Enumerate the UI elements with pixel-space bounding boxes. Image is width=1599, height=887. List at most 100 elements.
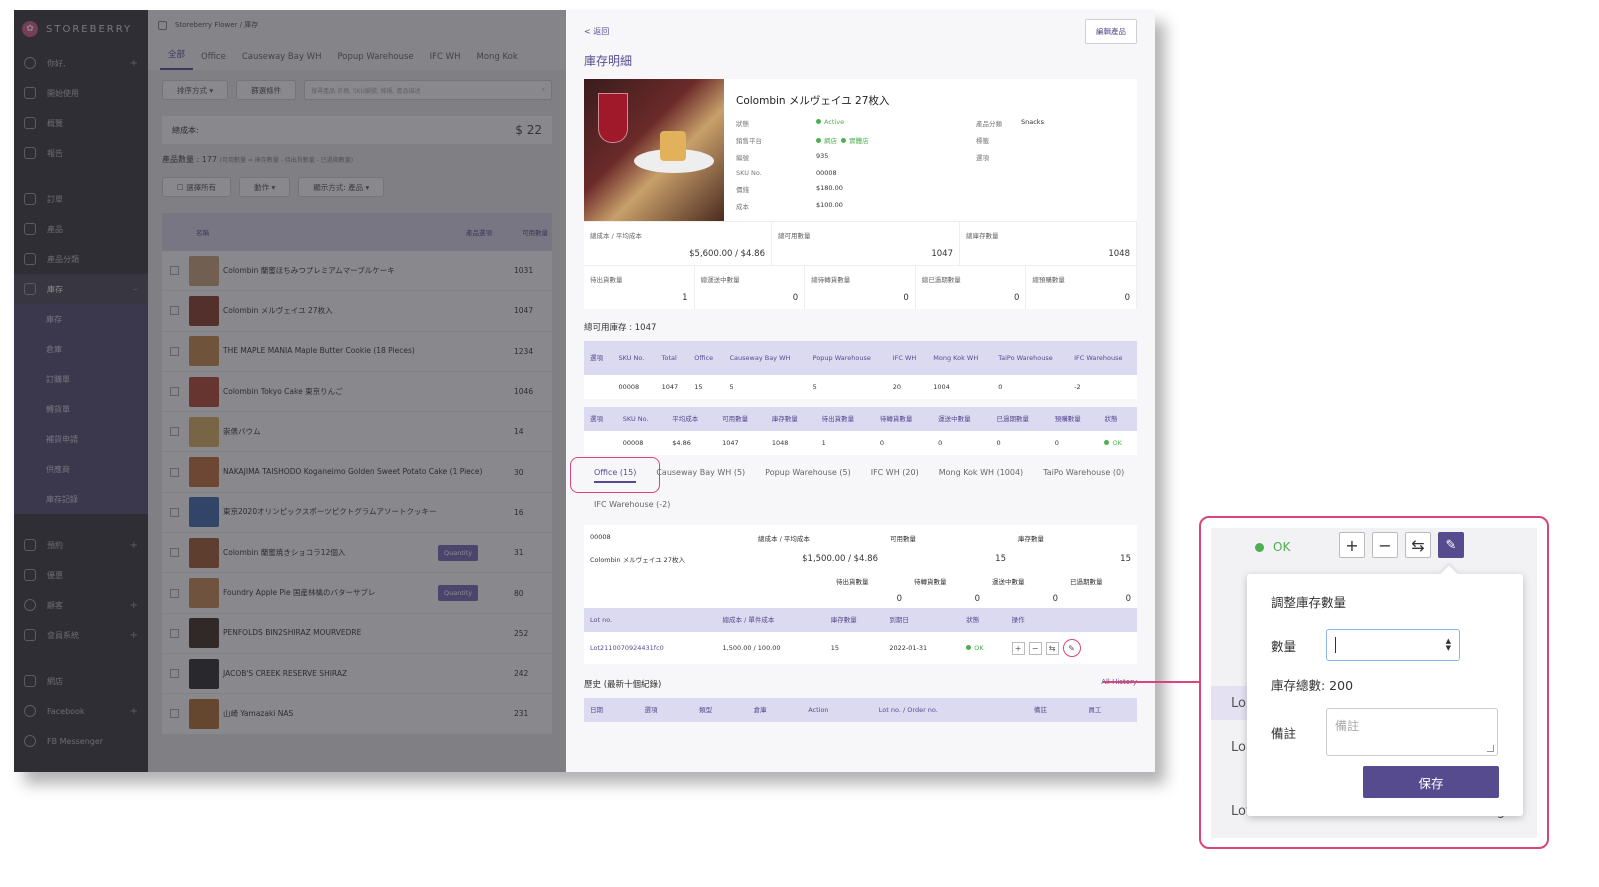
table-row[interactable]: Colombin 蘭蜜焼きショコラ12個入 Quantity 31	[162, 533, 552, 574]
sidebar-subitem-inventory[interactable]: 庫存	[14, 304, 148, 334]
sidebar-subitem-transfer[interactable]: 轉貨單	[14, 394, 148, 424]
transfer-icon[interactable]: ⇆	[1405, 532, 1431, 558]
sidebar-item-products[interactable]: 產品	[14, 214, 148, 244]
note-textarea[interactable]: 備註	[1326, 708, 1498, 756]
table-row[interactable]: Foundry Apple Pie 国産林檎のバターサブレ Quantity 80	[162, 573, 552, 614]
sidebar-item-facebook[interactable]: Facebook +	[14, 696, 148, 726]
select-all-button[interactable]: ☐ 選擇所有	[162, 177, 232, 197]
tab-mong-kok[interactable]: Mong Kok	[468, 52, 525, 70]
quantity-stepper[interactable]: ▲ ▼	[1326, 629, 1460, 661]
row-checkbox[interactable]	[170, 346, 179, 356]
sidebar-subitem-restock[interactable]: 補貨申請	[14, 424, 148, 454]
plus-icon[interactable]: +	[1339, 532, 1365, 558]
tab-ifc-wh[interactable]: IFC WH	[422, 52, 469, 70]
tab-popup-warehouse[interactable]: Popup Warehouse	[329, 52, 421, 70]
row-checkbox[interactable]	[170, 588, 179, 598]
increase-stock-button[interactable]: +	[1011, 641, 1025, 655]
sidebar-item-reports[interactable]: 報告	[14, 138, 148, 168]
product-name[interactable]: 山崎 Yamazaki NAS	[223, 708, 514, 720]
table-row[interactable]: PENFOLDS BIN2SHIRAZ MOURVEDRE 252	[162, 614, 552, 654]
product-name[interactable]: Colombin メルヴェイユ 27枚入	[223, 305, 514, 317]
save-button[interactable]: 保存	[1363, 766, 1499, 798]
row-checkbox[interactable]	[170, 709, 179, 719]
sidebar-item-booking[interactable]: 預約 +	[14, 530, 148, 560]
product-name[interactable]: NAKAJIMA TAISHODO Koganeimo Golden Sweet…	[223, 466, 514, 478]
row-checkbox[interactable]	[170, 548, 179, 558]
transfer-stock-button[interactable]: ⇆	[1045, 641, 1059, 655]
sidebar-item-overview[interactable]: 概覽	[14, 108, 148, 138]
row-checkbox[interactable]	[170, 628, 179, 638]
sidebar-item-orders[interactable]: 訂單	[14, 184, 148, 214]
table-row[interactable]: Colombin 蘭蜜ほちみつプレミアムマーブルケーキ 1031	[162, 251, 552, 292]
sort-button[interactable]: 排序方式 ▾	[162, 80, 229, 100]
table-row[interactable]: Colombin Tokyo Cake 東京りんご 1046	[162, 372, 552, 413]
lot-number-link[interactable]: Lot2110070924431fc0	[584, 632, 717, 664]
display-mode-dropdown[interactable]: 顯示方式: 產品 ▾	[298, 177, 385, 197]
product-name[interactable]: 東京2020オリンピックスポーツピクトグラムアソートクッキー	[223, 506, 514, 518]
edit-stock-button[interactable]: ✎	[1062, 639, 1081, 657]
product-name[interactable]: PENFOLDS BIN2SHIRAZ MOURVEDRE	[223, 627, 514, 639]
quantity-badge[interactable]: Quantity	[438, 585, 479, 602]
row-checkbox[interactable]	[170, 669, 179, 679]
table-row[interactable]: THE MAPLE MANIA Maple Butter Cookie (18 …	[162, 332, 552, 372]
tab-warehouse-4[interactable]: Mong Kok WH (1004)	[939, 465, 1023, 483]
resize-grip-icon[interactable]	[1487, 745, 1494, 752]
plus-icon[interactable]: +	[130, 58, 138, 69]
row-checkbox[interactable]	[170, 387, 179, 397]
product-name[interactable]: 崇俵バウム	[223, 426, 514, 438]
plus-icon[interactable]: +	[130, 706, 138, 717]
product-name[interactable]: Colombin Tokyo Cake 東京りんご	[223, 386, 514, 398]
sidebar-item-messenger[interactable]: FB Messenger	[14, 726, 148, 756]
tab-warehouse-0[interactable]: Office (15)	[569, 457, 661, 493]
sidebar-item-customers[interactable]: 顧客 +	[14, 590, 148, 620]
sidebar-subitem-supplier[interactable]: 供應商	[14, 454, 148, 484]
table-row[interactable]: 東京2020オリンピックスポーツピクトグラムアソートクッキー 16	[162, 493, 552, 534]
tab-warehouse-5[interactable]: TaiPo Warehouse (0)	[1043, 465, 1124, 483]
tab-warehouse-2[interactable]: Popup Warehouse (5)	[765, 465, 851, 483]
table-row[interactable]: NAKAJIMA TAISHODO Koganeimo Golden Sweet…	[162, 452, 552, 493]
search-icon[interactable]: ⌕	[542, 86, 545, 94]
tab-office[interactable]: Office	[193, 52, 234, 70]
row-checkbox[interactable]	[170, 427, 179, 437]
sidebar-item-getting-started[interactable]: 開始使用	[14, 78, 148, 108]
product-name[interactable]: JACOB'S CREEK RESERVE SHIRAZ	[223, 668, 514, 680]
sidebar-subitem-warehouse[interactable]: 倉庫	[14, 334, 148, 364]
plus-icon[interactable]: +	[130, 600, 138, 611]
sidebar-item-online-store[interactable]: 網店	[14, 666, 148, 696]
product-name[interactable]: Colombin 蘭蜜ほちみつプレミアムマーブルケーキ	[223, 265, 514, 277]
tab-causeway-bay[interactable]: Causeway Bay WH	[234, 52, 330, 70]
spinner-icon[interactable]: ▲ ▼	[1446, 638, 1451, 652]
search-input[interactable]: 搜尋產品 名稱, SKU編號, 條碼, 產品描述 ⌕	[304, 80, 552, 100]
all-history-link[interactable]: All History	[1101, 678, 1137, 690]
edit-product-button[interactable]: 編輯產品	[1085, 18, 1137, 44]
sidebar-item-discounts[interactable]: 優惠	[14, 560, 148, 590]
filter-button[interactable]: 篩選條件	[236, 80, 297, 100]
tab-warehouse-1[interactable]: Causeway Bay WH (5)	[656, 465, 745, 483]
collapse-icon[interactable]: –	[133, 284, 138, 295]
tab-all[interactable]: 全部	[160, 48, 194, 70]
table-row[interactable]: Colombin メルヴェイユ 27枚入 1047	[162, 291, 552, 332]
sidebar-item-categories[interactable]: 產品分類	[14, 244, 148, 274]
sidebar-item-membership[interactable]: 會員系統 +	[14, 620, 148, 650]
sidebar-subitem-inventory-log[interactable]: 庫存記錄	[14, 484, 148, 514]
table-row[interactable]: JACOB'S CREEK RESERVE SHIRAZ 242	[162, 654, 552, 695]
tab-warehouse-6[interactable]: IFC Warehouse (-2)	[594, 497, 670, 513]
row-checkbox[interactable]	[170, 507, 179, 517]
brand[interactable]: ✿ STOREBERRY	[14, 10, 148, 48]
quantity-badge[interactable]: Quantity	[438, 544, 479, 561]
product-name[interactable]: THE MAPLE MANIA Maple Butter Cookie (18 …	[223, 345, 514, 357]
row-checkbox[interactable]	[170, 467, 179, 477]
sidebar-item-hello[interactable]: 你好, +	[14, 48, 148, 78]
row-checkbox[interactable]	[170, 306, 179, 316]
row-checkbox[interactable]	[170, 266, 179, 276]
table-row[interactable]: 崇俵バウム 14	[162, 412, 552, 453]
sidebar-item-inventory[interactable]: 庫存 –	[14, 274, 148, 304]
plus-icon[interactable]: +	[130, 630, 138, 641]
back-link[interactable]: < 返回	[584, 26, 609, 37]
decrease-stock-button[interactable]: −	[1028, 641, 1042, 655]
table-row[interactable]: 山崎 Yamazaki NAS 231	[162, 694, 552, 735]
plus-icon[interactable]: +	[130, 540, 138, 551]
tab-warehouse-3[interactable]: IFC WH (20)	[871, 465, 919, 483]
minus-icon[interactable]: −	[1372, 532, 1398, 558]
actions-dropdown[interactable]: 動作 ▾	[239, 177, 291, 197]
